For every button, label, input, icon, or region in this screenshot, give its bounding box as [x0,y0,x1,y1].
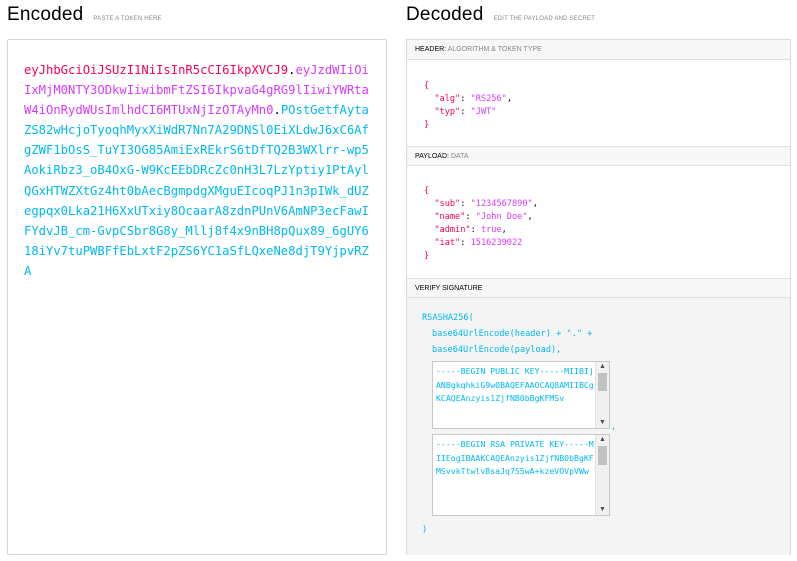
signature-payload-expr: base64UrlEncode(payload), [432,345,562,355]
json-key-alg: "alg" [434,94,461,104]
scroll-up-arrow-icon[interactable]: ▲ [599,436,606,444]
json-open-brace: { [424,81,430,91]
private-key-scroll-thumb[interactable] [598,446,607,465]
signature-section-title: VERIFY SIGNATURE [407,278,790,298]
payload-section-sublabel: DATA [450,153,469,160]
public-key-text: -----BEGIN PUBLIC KEY-----MIIBIjANBgkqhk… [436,366,594,403]
header-json-editor[interactable]: { "alg": "RS256", "typ": "JWT" } [424,80,512,132]
json-close-brace: } [424,120,430,130]
encoded-token-text[interactable]: eyJhbGciOiJSUzI1NiIsInR5cCI6IkpXVCJ9.eyJ… [24,60,374,281]
payload-section-title: PAYLOAD: DATA [407,146,790,166]
encoded-subtitle: PASTE A TOKEN HERE [93,16,162,22]
scroll-down-arrow-icon[interactable]: ▼ [599,419,606,427]
signature-comma: , [611,422,616,431]
scroll-down-arrow-icon[interactable]: ▼ [599,506,606,514]
json-value-name: "John Doe" [475,212,528,222]
json-value-alg: "RS256" [470,94,507,104]
signature-area: RSASHA256( base64UrlEncode(header) + "."… [407,298,790,555]
json-key-typ: "typ" [434,107,461,117]
encoded-token-editor[interactable]: eyJhbGciOiJSUzI1NiIsInR5cCI6IkpXVCJ9.eyJ… [7,39,387,555]
private-key-text: -----BEGIN RSA PRIVATE KEY-----MIIEogIBA… [436,439,594,476]
signature-header-expr: base64UrlEncode(header) + "." + [432,329,593,339]
decoded-subtitle: EDIT THE PAYLOAD AND SECRET [493,16,596,22]
public-key-scrollbar[interactable]: ▲ ▼ [595,362,609,428]
private-key-textarea[interactable]: -----BEGIN RSA PRIVATE KEY-----MIIEogIBA… [432,434,610,516]
token-signature-part: POstGetfAytaZS82wHcjoTyoqhMyxXiWdR7Nn7A2… [24,103,369,278]
token-header-part: eyJhbGciOiJSUzI1NiIsInR5cCI6IkpXVCJ9 [24,63,289,77]
public-key-scroll-thumb[interactable] [598,373,607,391]
public-key-textarea[interactable]: -----BEGIN PUBLIC KEY-----MIIBIjANBgkqhk… [432,361,610,429]
decoded-title: Decoded [406,4,484,25]
encoded-title: Encoded [7,4,84,25]
json-value-typ: "JWT" [470,107,497,117]
json-key-admin: "admin" [434,225,471,235]
json-close-brace: } [424,251,430,261]
header-section-title: HEADER: ALGORITHM & TOKEN TYPE [407,40,790,60]
json-value-sub: "1234567890" [470,199,533,209]
header-section-label: HEADER: [415,46,447,53]
signature-fn-close: ) [422,525,428,535]
json-key-sub: "sub" [434,199,461,209]
payload-json-editor[interactable]: { "sub": "1234567890", "name": "John Doe… [424,185,538,263]
encoded-title-group: Encoded PASTE A TOKEN HERE [7,4,162,26]
json-value-admin: true [480,225,502,235]
scroll-up-arrow-icon[interactable]: ▲ [599,363,606,371]
decoded-panel: HEADER: ALGORITHM & TOKEN TYPE { "alg": … [406,39,791,555]
signature-fn-open: RSASHA256( [422,313,474,323]
decoded-title-group: Decoded EDIT THE PAYLOAD AND SECRET [406,4,595,26]
json-value-iat: 1516239022 [470,238,523,248]
payload-section-label: PAYLOAD: [415,153,449,160]
json-open-brace: { [424,186,430,196]
header-section-sublabel: ALGORITHM & TOKEN TYPE [447,46,542,53]
private-key-scrollbar[interactable]: ▲ ▼ [595,435,609,515]
json-key-name: "name" [434,212,466,222]
json-key-iat: "iat" [434,238,461,248]
token-dot: . [288,63,296,77]
token-dot: . [273,103,281,118]
signature-section-label: VERIFY SIGNATURE [415,285,483,292]
